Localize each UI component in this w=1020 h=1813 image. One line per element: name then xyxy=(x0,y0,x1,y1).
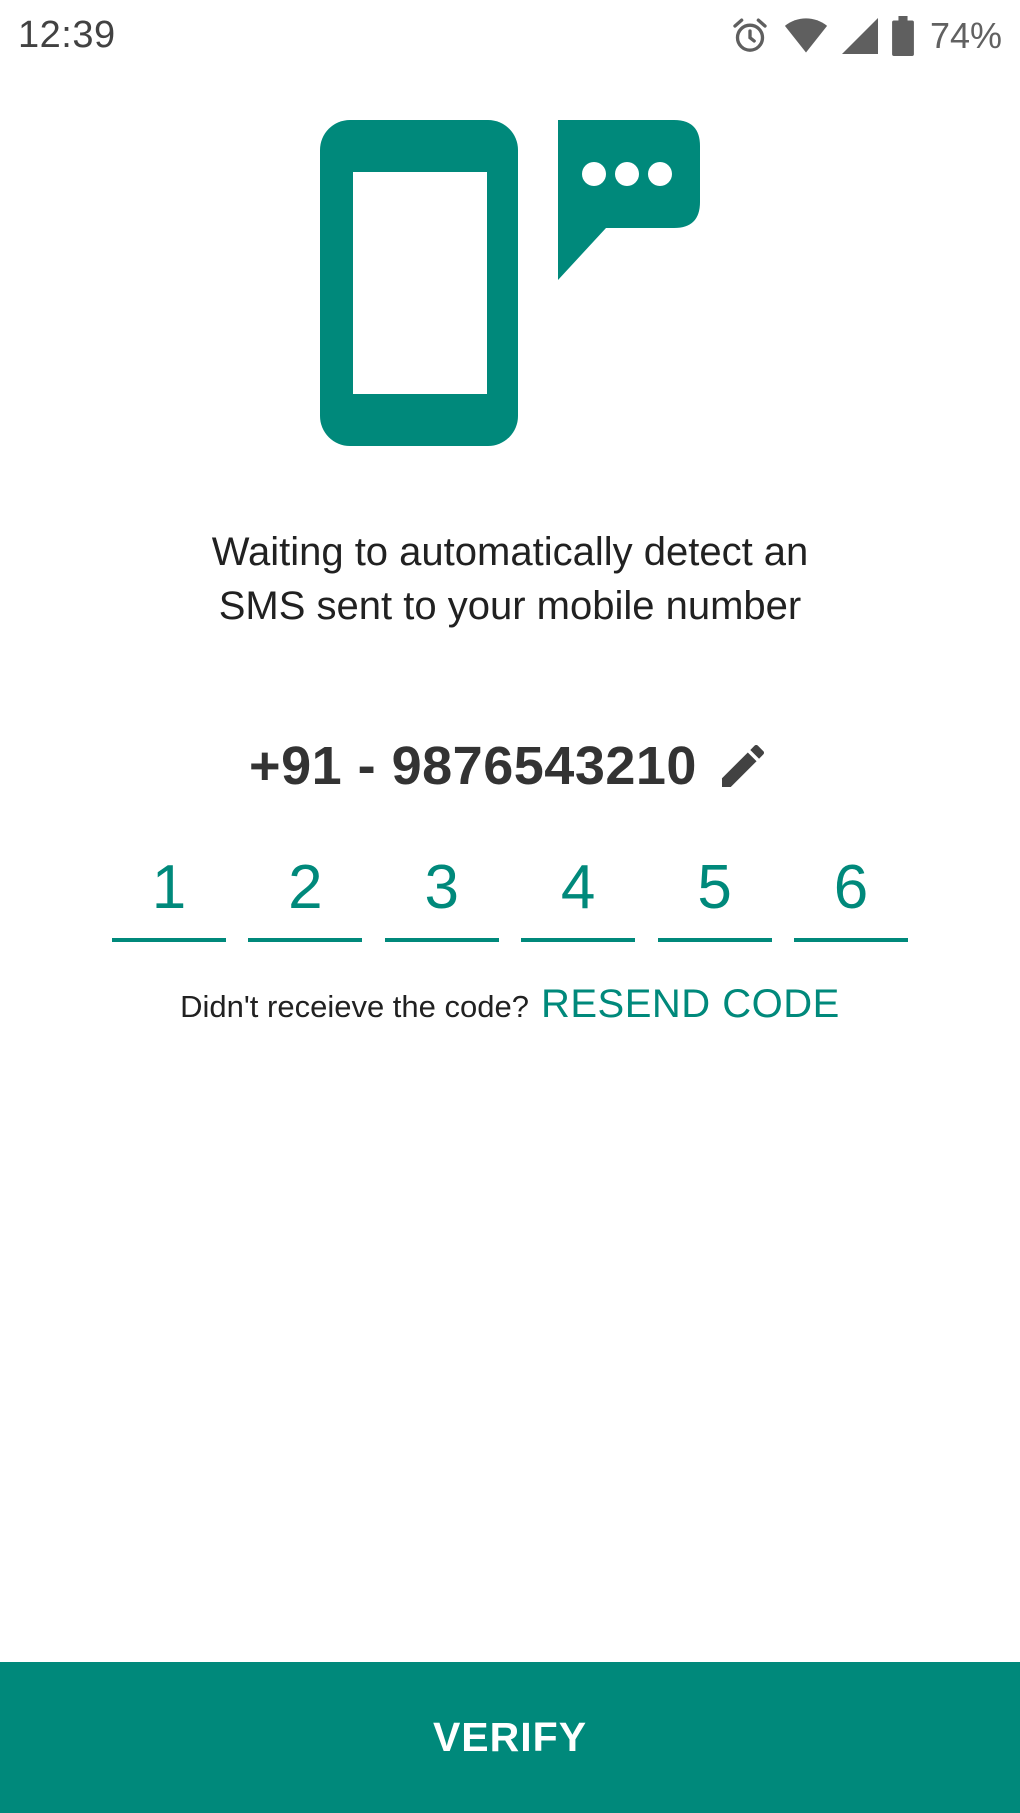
status-bar: 12:39 74% xyxy=(0,0,1020,72)
message-line-2: SMS sent to your mobile number xyxy=(218,584,802,628)
phone-number-row: +91 - 9876543210 xyxy=(0,735,1020,797)
status-icons: 74% xyxy=(730,12,1002,60)
otp-digit-3[interactable] xyxy=(384,838,499,942)
resend-code-link[interactable]: RESEND CODE xyxy=(541,982,840,1027)
wifi-icon xyxy=(784,16,828,56)
otp-digit-5[interactable] xyxy=(657,838,772,942)
verify-button[interactable]: VERIFY xyxy=(0,1662,1020,1813)
pencil-icon[interactable] xyxy=(715,738,771,794)
otp-digit-6[interactable] xyxy=(793,838,908,942)
resend-row: Didn't receieve the code? RESEND CODE xyxy=(0,982,1020,1027)
otp-digit-4[interactable] xyxy=(521,838,636,942)
alarm-icon xyxy=(730,16,770,56)
message-line-1: Waiting to automatically detect an xyxy=(211,530,809,574)
otp-digit-2[interactable] xyxy=(248,838,363,942)
phone-with-sms-bubble-icon xyxy=(318,118,702,448)
otp-digit-1[interactable] xyxy=(112,838,226,942)
phone-number: +91 - 9876543210 xyxy=(249,736,697,796)
status-time: 12:39 xyxy=(18,14,116,56)
cell-signal-icon xyxy=(841,18,878,54)
resend-prompt: Didn't receieve the code? xyxy=(180,989,529,1024)
battery-percent: 74% xyxy=(929,15,1002,56)
otp-input-row xyxy=(112,838,908,942)
battery-icon xyxy=(892,16,914,56)
sms-detection-message: Waiting to automatically detect an SMS s… xyxy=(0,525,1020,633)
